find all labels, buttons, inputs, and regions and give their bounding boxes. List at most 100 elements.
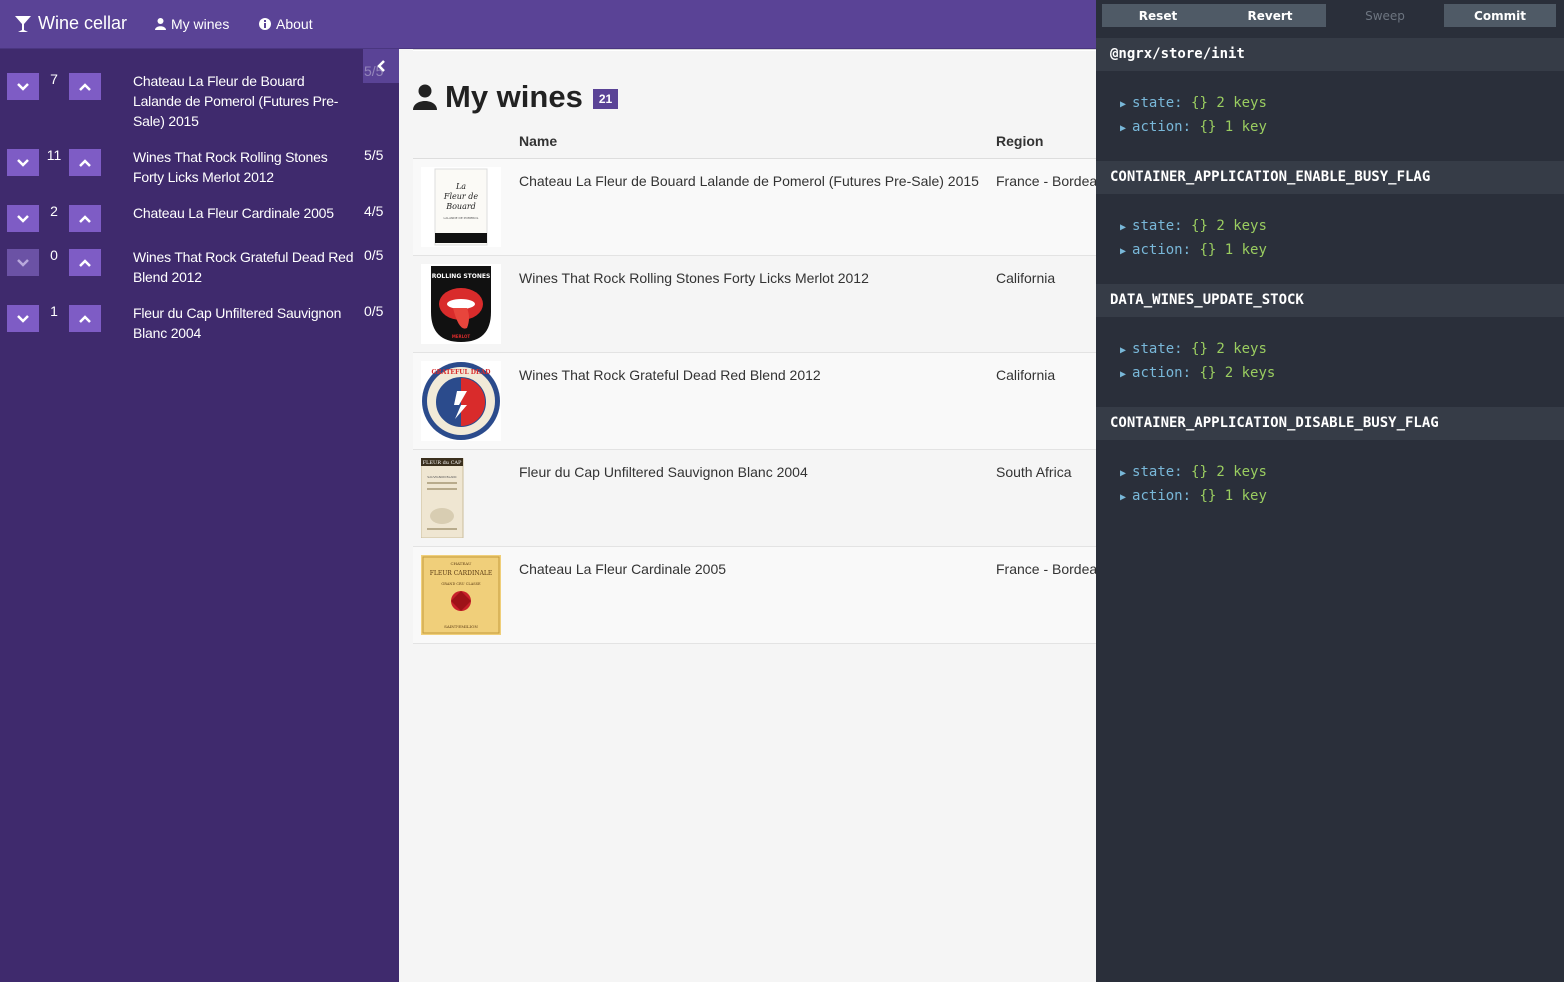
stock-wine-name: Chateau La Fleur Cardinale 2005 [133, 205, 334, 221]
table-row[interactable]: CHATEAU FLEUR CARDINALE GRAND CRU CLASSE… [413, 547, 1096, 644]
wine-name-cell: Chateau La Fleur Cardinale 2005 [519, 561, 727, 577]
action-tree-toggle[interactable]: ▶ action: {} 1 key [1120, 488, 1267, 504]
triangle-right-icon: ▶ [1120, 369, 1127, 380]
action-key: action: [1132, 488, 1192, 504]
state-key: state: [1132, 341, 1183, 357]
info-icon [259, 18, 271, 30]
wine-region-cell: South Africa [996, 464, 1072, 480]
stock-count: 1 [50, 303, 58, 319]
state-tree-toggle[interactable]: ▶ state: {} 2 keys [1120, 218, 1267, 234]
wine-label-text: ROLLING STONES [432, 273, 491, 280]
decrease-stock-button[interactable] [7, 205, 39, 232]
page-title: My wines 21 [413, 79, 619, 115]
increase-stock-button[interactable] [69, 73, 101, 100]
action-entry-header[interactable]: @ngrx/store/init [1096, 38, 1564, 71]
commit-button[interactable]: Commit [1444, 4, 1556, 27]
wine-name-cell: Chateau La Fleur de Bouard Lalande de Po… [519, 173, 979, 189]
wine-label-image: GRATEFUL DEAD [421, 361, 501, 441]
decrease-stock-button[interactable] [7, 73, 39, 100]
action-value: {} 1 key [1199, 488, 1267, 504]
stock-wine-name: Fleur du Cap Unfiltered Sauvignon Blanc … [133, 305, 342, 341]
top-navbar: Wine cellar My wines About [0, 0, 1096, 49]
stock-rating: 0/5 [364, 303, 384, 319]
increase-stock-button[interactable] [69, 305, 101, 332]
wine-region-cell: California [996, 270, 1056, 286]
wine-count-badge: 21 [592, 89, 619, 109]
table-row[interactable]: GRATEFUL DEAD Wines That Rock Grateful D… [413, 353, 1096, 450]
nav-about-label: About [276, 16, 313, 32]
decrease-stock-button[interactable] [7, 305, 39, 332]
top-divider [413, 49, 1096, 51]
stock-wine-name: Wines That Rock Rolling Stones Forty Lic… [133, 149, 328, 185]
wine-name-cell: Wines That Rock Rolling Stones Forty Lic… [519, 270, 869, 286]
triangle-right-icon: ▶ [1120, 222, 1127, 233]
wine-region-cell: France - Bordeaux [996, 173, 1096, 189]
stock-rating: 0/5 [364, 247, 384, 263]
stock-sidebar: 7 Chateau La Fleur de Bouard Lalande de … [0, 49, 399, 982]
triangle-right-icon: ▶ [1120, 246, 1127, 257]
triangle-right-icon: ▶ [1120, 345, 1127, 356]
chevron-down-icon [17, 214, 29, 223]
stock-rating: 4/5 [364, 203, 384, 219]
wine-label-text: Fleur de [443, 192, 478, 201]
action-entry-header[interactable]: DATA_WINES_UPDATE_STOCK [1096, 284, 1564, 317]
triangle-right-icon: ▶ [1120, 492, 1127, 503]
chevron-up-icon [79, 158, 91, 167]
chevron-down-icon [17, 314, 29, 323]
column-header-region[interactable]: Region [996, 133, 1043, 149]
state-tree-toggle[interactable]: ▶ state: {} 2 keys [1120, 95, 1267, 111]
state-tree-toggle[interactable]: ▶ state: {} 2 keys [1120, 341, 1267, 357]
increase-stock-button[interactable] [69, 149, 101, 176]
state-key: state: [1132, 464, 1183, 480]
stock-count: 0 [50, 247, 58, 263]
chevron-down-icon [17, 158, 29, 167]
wine-region-cell: France - Bordeaux [996, 561, 1096, 577]
action-value: {} 2 keys [1199, 365, 1276, 381]
nav-my-wines[interactable]: My wines [155, 16, 229, 32]
action-entry-header[interactable]: CONTAINER_APPLICATION_ENABLE_BUSY_FLAG [1096, 161, 1564, 194]
action-entry-header[interactable]: CONTAINER_APPLICATION_DISABLE_BUSY_FLAG [1096, 407, 1564, 440]
wine-label-image: CHATEAU FLEUR CARDINALE GRAND CRU CLASSE… [421, 555, 501, 635]
nav-my-wines-label: My wines [171, 16, 230, 32]
table-row[interactable]: ROLLING STONES MERLOT Wines That Rock Ro… [413, 256, 1096, 353]
chevron-up-icon [79, 82, 91, 91]
redux-devtools-panel: Reset Revert Sweep Commit @ngrx/store/in… [1096, 0, 1564, 982]
triangle-right-icon: ▶ [1120, 468, 1127, 479]
wine-name-cell: Wines That Rock Grateful Dead Red Blend … [519, 367, 821, 383]
wine-label-text: SAUVIGNON BLANC [427, 475, 456, 479]
wine-label-text: MERLOT [452, 334, 471, 339]
nav-about[interactable]: About [259, 16, 313, 32]
action-key: action: [1132, 242, 1192, 258]
action-key: action: [1132, 119, 1192, 135]
page-title-text: My wines [445, 79, 583, 114]
increase-stock-button[interactable] [69, 249, 101, 276]
decrease-stock-button[interactable] [7, 249, 39, 276]
user-icon [155, 18, 166, 30]
state-value: {} 2 keys [1191, 95, 1267, 111]
stock-rating: 5/5 [364, 63, 384, 79]
action-tree-toggle[interactable]: ▶ action: {} 2 keys [1120, 365, 1275, 381]
table-row[interactable]: La Fleur de Bouard LALANDE DE POMEROL Ch… [413, 159, 1096, 256]
reset-button[interactable]: Reset [1102, 4, 1214, 27]
increase-stock-button[interactable] [69, 205, 101, 232]
brand-link[interactable]: Wine cellar [14, 13, 127, 34]
action-tree-toggle[interactable]: ▶ action: {} 1 key [1120, 242, 1267, 258]
stock-count: 7 [50, 71, 58, 87]
state-value: {} 2 keys [1191, 464, 1267, 480]
action-tree-toggle[interactable]: ▶ action: {} 1 key [1120, 119, 1267, 135]
wine-label-text: FLEUR CARDINALE [430, 570, 493, 577]
chevron-up-icon [79, 314, 91, 323]
wine-region-cell: California [996, 367, 1056, 383]
table-row[interactable]: FLEUR du CAP SAUVIGNON BLANC Fleur du Ca… [413, 450, 1096, 547]
state-tree-toggle[interactable]: ▶ state: {} 2 keys [1120, 464, 1267, 480]
chevron-down-icon [17, 258, 29, 267]
wine-label-text: LALANDE DE POMEROL [444, 216, 479, 220]
decrease-stock-button[interactable] [7, 149, 39, 176]
stock-wine-name: Chateau La Fleur de Bouard Lalande de Po… [133, 73, 339, 129]
revert-button[interactable]: Revert [1214, 4, 1326, 27]
wine-label-image: ROLLING STONES MERLOT [421, 264, 501, 344]
column-header-name[interactable]: Name [519, 133, 557, 149]
sweep-button[interactable]: Sweep [1329, 4, 1441, 27]
wine-label-text: GRAND CRU CLASSE [441, 582, 481, 586]
stock-wine-name: Wines That Rock Grateful Dead Red Blend … [133, 249, 354, 285]
